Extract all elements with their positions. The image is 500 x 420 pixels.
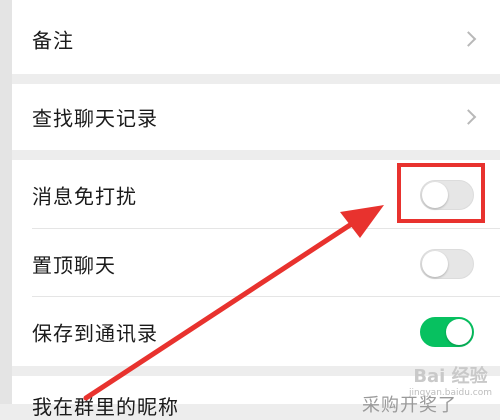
watermark-url: jingyan.baidu.com bbox=[408, 388, 492, 398]
watermark-logo: Bai 经验 bbox=[413, 366, 488, 387]
annotation-arrow bbox=[83, 205, 384, 401]
baidu-jingyan-watermark: Bai 经验 jingyan.baidu.com bbox=[409, 362, 492, 398]
